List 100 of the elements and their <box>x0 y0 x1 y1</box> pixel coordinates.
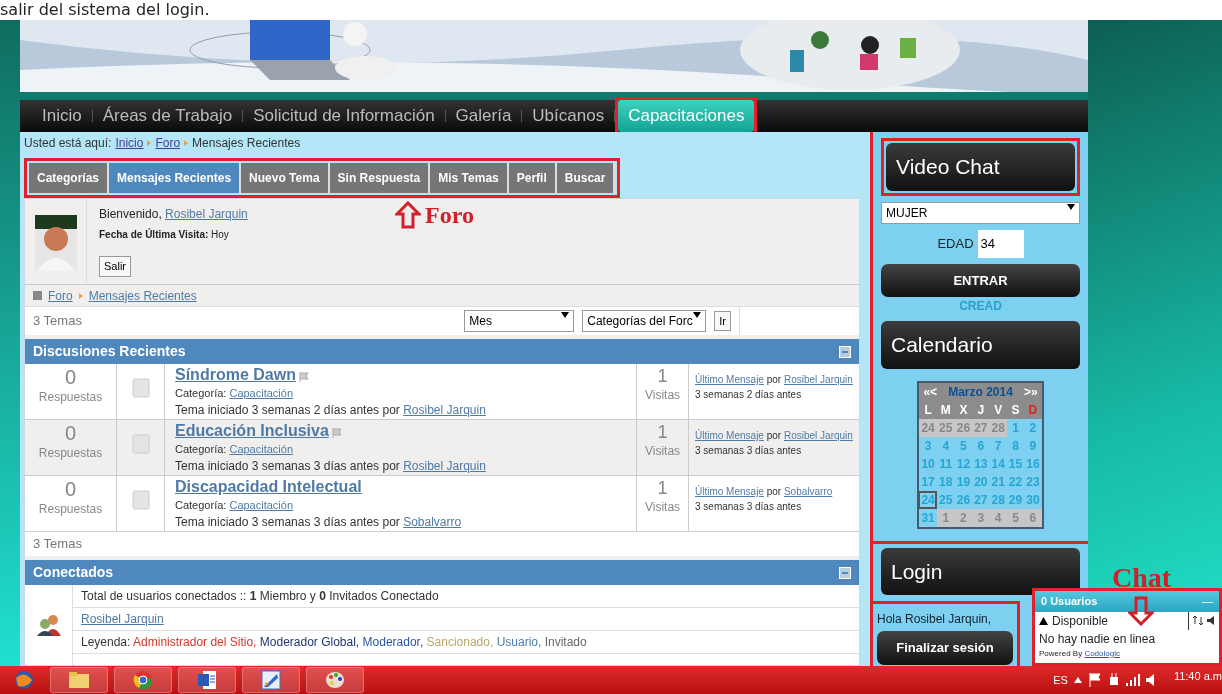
minimize-button[interactable]: — <box>1202 593 1213 610</box>
taskbar-button[interactable] <box>306 667 364 693</box>
caret-icon <box>561 312 570 318</box>
reply-label: Respuestas <box>37 501 104 518</box>
arrow-icon <box>395 201 421 229</box>
forum-tab[interactable]: Perfil <box>508 163 557 193</box>
breadcrumb-link[interactable]: Inicio <box>115 134 144 152</box>
chat-message: No hay nadie en linea <box>1038 630 1157 648</box>
flag-icon[interactable] <box>1087 673 1102 687</box>
by-text: por <box>766 430 782 441</box>
forum-tab[interactable]: Mensajes Recientes <box>109 163 242 193</box>
language-indicator[interactable]: ES <box>1053 671 1068 689</box>
author-link[interactable]: Rosibel Jarquin <box>783 430 853 441</box>
separator-icon <box>184 140 189 146</box>
sync-icon[interactable] <box>1193 616 1203 625</box>
category-link[interactable]: Capacitación <box>229 386 294 399</box>
power-icon[interactable] <box>1107 673 1120 687</box>
path-link[interactable]: Foro <box>48 286 73 305</box>
legend-item: Usuario, <box>496 635 542 649</box>
nav-tab[interactable]: Capacitaciones <box>618 100 755 132</box>
filter-select[interactable]: Categorías del Forc <box>582 310 707 332</box>
last-visit-label: Fecha de Última Visita: <box>99 229 209 240</box>
collapse-icon[interactable] <box>839 345 851 358</box>
user-link[interactable]: Rosibel Jarquin <box>81 612 164 626</box>
last-post-link[interactable]: Último Mensaje <box>695 486 764 497</box>
topic-count: 3 Temas <box>33 535 82 554</box>
nav-tab[interactable]: Solicitud de Información <box>243 100 445 132</box>
author-link[interactable]: Rosibel Jarquin <box>403 459 486 473</box>
gender-select[interactable]: MUJER <box>881 201 1080 224</box>
prev-month-link[interactable]: «< <box>923 382 938 401</box>
calendar-day[interactable]: 24 <box>918 418 937 437</box>
enter-button[interactable]: ENTRAR <box>881 263 1080 297</box>
clock-text[interactable]: 11:40 a.m <box>1173 667 1222 685</box>
calendar-day[interactable]: 6 <box>1024 508 1043 528</box>
forum-tab[interactable]: Categorías <box>29 163 110 193</box>
topic-title[interactable]: Educación Inclusiva <box>175 422 329 439</box>
powered-text: Powered By <box>1039 648 1083 658</box>
legend-item: Moderador Global, <box>259 635 360 649</box>
forum-tab[interactable]: Buscar <box>556 163 616 193</box>
show-hidden-icon[interactable] <box>1073 677 1082 683</box>
view-count: 1 <box>656 422 669 442</box>
breadcrumb-current: Mensajes Recientes <box>192 135 301 152</box>
legend-item: Administrador del Sitio, <box>133 635 257 649</box>
reply-count: 0 <box>63 478 78 500</box>
table-row[interactable]: 0 Respuestas Educación Inclusiva Categoría: Capacitación Tema iniciado 3 semanas 3 días antes por Rosibel Jarquin 1 Visitas Último Mensaje por Rosibel Jarquin 3 semanas 3 días antes <box>25 420 859 476</box>
forum-tab[interactable]: Mis Temas <box>430 163 509 193</box>
last-post-link[interactable]: Último Mensaje <box>695 374 764 385</box>
taskbar-button[interactable] <box>178 667 236 693</box>
category-link[interactable]: Capacitación <box>229 498 294 511</box>
taskbar-button[interactable] <box>242 667 300 693</box>
document-icon <box>197 670 217 690</box>
filter-select[interactable]: Mes <box>464 310 575 332</box>
annotation-text: Chat <box>1112 562 1172 594</box>
breadcrumb-label: Usted está aquí: <box>24 135 112 152</box>
go-button[interactable]: Ir <box>714 310 731 332</box>
category-label: Categoría: <box>175 442 227 455</box>
category-label: Categoría: <box>175 498 227 511</box>
taskbar-button[interactable] <box>50 667 108 693</box>
signal-icon[interactable] <box>1125 674 1140 686</box>
table-row[interactable]: 0 Respuestas Discapacidad Intelectual Categoría: Capacitación Tema iniciado 3 semanas 3 días antes por Sobalvarro 1 Visitas Último Mensaje por Sobalvarro 3 semanas 3 días antes <box>25 476 859 532</box>
next-month-link[interactable]: >» <box>1023 382 1038 401</box>
legend-item: Moderador, <box>362 635 424 649</box>
nav-tab[interactable]: Galería <box>445 100 522 132</box>
nav-tab[interactable]: Inicio <box>32 100 92 132</box>
age-field[interactable]: 34 <box>977 229 1024 258</box>
logout-button[interactable]: Finalizar sesión <box>877 631 1013 665</box>
browser-icon <box>133 670 153 690</box>
taskbar-button[interactable] <box>114 667 172 693</box>
user-link[interactable]: Rosibel Jarquin <box>165 207 248 221</box>
author-link[interactable]: Rosibel Jarquin <box>783 374 853 385</box>
nav-tab[interactable]: Áreas de Trabajo <box>92 100 243 132</box>
users-icon <box>35 614 62 636</box>
caret-icon <box>1039 616 1048 625</box>
nav-tab[interactable]: Ubícanos <box>522 100 615 132</box>
path-link[interactable]: Mensajes Recientes <box>88 286 197 305</box>
table-row[interactable]: 0 Respuestas Síndrome Dawn Categoría: Capacitación Tema iniciado 3 semanas 2 días antes por Rosibel Jarquin 1 Visitas Último Mensaje por Rosibel Jarquin 3 semanas 2 días antes <box>25 364 859 420</box>
view-count: 1 <box>656 478 669 498</box>
topic-title[interactable]: Síndrome Dawn <box>175 366 296 383</box>
topic-title[interactable]: Discapacidad Intelectual <box>175 478 362 495</box>
topic-icon <box>131 490 150 510</box>
collapse-icon[interactable] <box>839 566 851 579</box>
author-link[interactable]: Sobalvarro <box>403 515 462 529</box>
breadcrumb-link[interactable]: Foro <box>155 134 181 152</box>
month-title: Marzo 2014 <box>948 383 1013 401</box>
caption-text: salir del sistema del login. <box>0 0 211 20</box>
forum-tab[interactable]: Nuevo Tema <box>241 163 330 193</box>
calendar-day[interactable]: 3 <box>972 508 990 528</box>
forum-tab[interactable]: Sin Respuesta <box>329 163 431 193</box>
logout-button[interactable]: Salir <box>99 256 131 277</box>
author-link[interactable]: Sobalvarro <box>783 486 833 497</box>
last-post-link[interactable]: Último Mensaje <box>695 430 764 441</box>
category-link[interactable]: Capacitación <box>229 442 294 455</box>
author-link[interactable]: Rosibel Jarquin <box>403 403 486 417</box>
folder-icon <box>68 671 90 689</box>
panel-title: Login <box>881 547 1080 595</box>
speaker-icon[interactable] <box>1207 616 1215 625</box>
powered-link[interactable]: Codologic <box>1084 648 1120 658</box>
last-post-time: 3 semanas 3 días antes <box>695 444 803 458</box>
status-select[interactable]: Disponible <box>1052 611 1189 630</box>
calendar-day[interactable]: 1 <box>936 508 955 528</box>
